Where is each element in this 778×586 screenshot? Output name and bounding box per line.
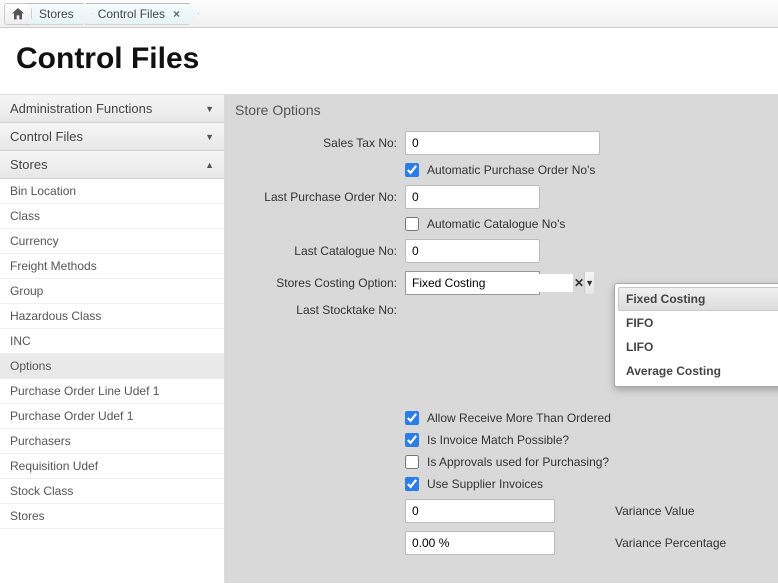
label-invoice-match: Is Invoice Match Possible? [427, 433, 569, 447]
page-title: Control Files [0, 28, 778, 94]
label-last-cat-no: Last Catalogue No: [235, 244, 405, 258]
chevron-up-icon: ▲ [205, 160, 214, 170]
label-auto-po-no: Automatic Purchase Order No's [427, 163, 595, 177]
label-variance-pct: Variance Percentage [615, 536, 726, 550]
section-title: Store Options [225, 95, 778, 125]
sidebar-item-group[interactable]: Group [0, 279, 224, 304]
sidebar-item-inc[interactable]: INC [0, 329, 224, 354]
checkbox-allow-receive-more[interactable] [405, 411, 419, 425]
breadcrumb-bar: Stores Control Files × [0, 0, 778, 28]
sidebar-item-currency[interactable]: Currency [0, 229, 224, 254]
label-approvals-purchasing: Is Approvals used for Purchasing? [427, 455, 609, 469]
option-lifo[interactable]: LIFO [618, 335, 778, 359]
label-use-supplier-invoices: Use Supplier Invoices [427, 477, 543, 491]
breadcrumb-stores[interactable]: Stores [26, 3, 93, 25]
sidebar-item-requisition-udef[interactable]: Requisition Udef [0, 454, 224, 479]
breadcrumb-control-files[interactable]: Control Files × [85, 3, 199, 25]
input-last-po-no[interactable] [405, 185, 540, 209]
label-sales-tax-no: Sales Tax No: [235, 136, 405, 150]
input-variance-value[interactable] [405, 499, 555, 523]
costing-option-dropdown: Fixed Costing FIFO LIFO Average Costing [614, 283, 778, 387]
home-button[interactable] [4, 3, 32, 25]
sidebar-item-po-line-udef-1[interactable]: Purchase Order Line Udef 1 [0, 379, 224, 404]
sidebar: Administration Functions ▼ Control Files… [0, 95, 225, 583]
label-variance-value: Variance Value [615, 504, 695, 518]
sidebar-item-stores[interactable]: Stores [0, 504, 224, 529]
option-average-costing[interactable]: Average Costing [618, 359, 778, 383]
combo-costing-input[interactable] [406, 274, 573, 292]
breadcrumb-label: Stores [39, 7, 74, 21]
input-variance-pct[interactable] [405, 531, 555, 555]
breadcrumb-label: Control Files [98, 7, 165, 21]
sidebar-item-purchasers[interactable]: Purchasers [0, 429, 224, 454]
close-icon[interactable]: × [173, 7, 180, 21]
chevron-down-icon[interactable]: ▼ [584, 272, 594, 294]
sidebar-item-stock-class[interactable]: Stock Class [0, 479, 224, 504]
accordion-label: Administration Functions [10, 101, 152, 116]
checkbox-auto-cat-no[interactable] [405, 217, 419, 231]
accordion-label: Stores [10, 157, 48, 172]
checkbox-use-supplier-invoices[interactable] [405, 477, 419, 491]
sidebar-item-bin-location[interactable]: Bin Location [0, 179, 224, 204]
accordion-admin-functions[interactable]: Administration Functions ▼ [0, 95, 224, 123]
stores-sublist: Bin Location Class Currency Freight Meth… [0, 179, 224, 529]
sidebar-item-class[interactable]: Class [0, 204, 224, 229]
chevron-down-icon: ▼ [205, 132, 214, 142]
label-auto-cat-no: Automatic Catalogue No's [427, 217, 565, 231]
home-icon [10, 6, 26, 22]
label-costing-option: Stores Costing Option: [235, 276, 405, 290]
option-fifo[interactable]: FIFO [618, 311, 778, 335]
combo-costing-option[interactable]: ✕ ▼ [405, 271, 540, 295]
sidebar-item-po-udef-1[interactable]: Purchase Order Udef 1 [0, 404, 224, 429]
input-last-cat-no[interactable] [405, 239, 540, 263]
sidebar-item-hazardous-class[interactable]: Hazardous Class [0, 304, 224, 329]
checkbox-approvals-purchasing[interactable] [405, 455, 419, 469]
checkbox-invoice-match[interactable] [405, 433, 419, 447]
option-fixed-costing[interactable]: Fixed Costing [618, 287, 778, 311]
checkbox-auto-po-no[interactable] [405, 163, 419, 177]
sidebar-item-freight-methods[interactable]: Freight Methods [0, 254, 224, 279]
main-layout: Administration Functions ▼ Control Files… [0, 94, 778, 583]
accordion-label: Control Files [10, 129, 83, 144]
clear-icon[interactable]: ✕ [573, 276, 584, 290]
main-panel: Store Options Sales Tax No: Automatic Pu… [225, 95, 778, 583]
label-allow-receive-more: Allow Receive More Than Ordered [427, 411, 611, 425]
input-sales-tax-no[interactable] [405, 131, 600, 155]
label-last-stocktake-no: Last Stocktake No: [235, 303, 405, 317]
accordion-stores[interactable]: Stores ▲ [0, 151, 224, 179]
accordion-control-files[interactable]: Control Files ▼ [0, 123, 224, 151]
sidebar-item-options[interactable]: Options [0, 354, 224, 379]
chevron-down-icon: ▼ [205, 104, 214, 114]
label-last-po-no: Last Purchase Order No: [235, 190, 405, 204]
